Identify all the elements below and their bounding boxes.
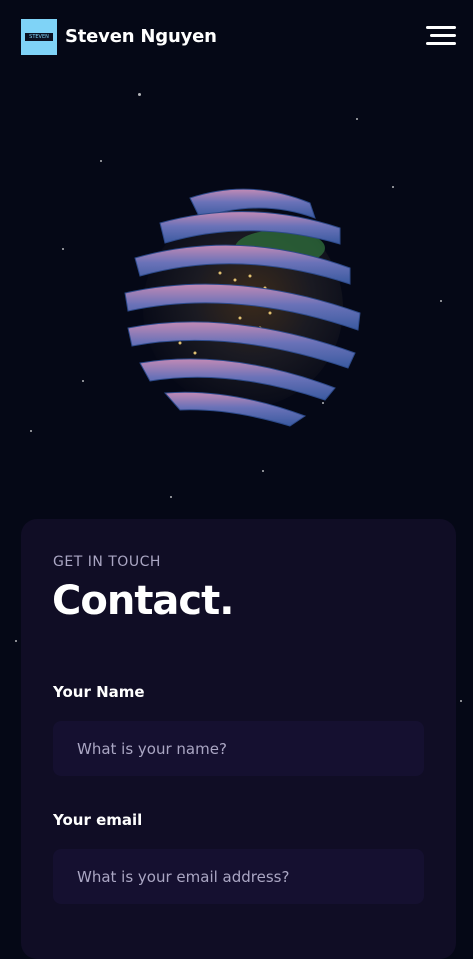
hamburger-menu-icon[interactable] — [426, 26, 456, 46]
brand-name[interactable]: Steven Nguyen — [65, 26, 217, 47]
globe-graphic — [124, 188, 361, 427]
name-label: Your Name — [53, 683, 145, 701]
contact-eyebrow: GET IN TOUCH — [53, 554, 161, 570]
email-input[interactable] — [53, 849, 424, 904]
menu-line-top — [426, 26, 456, 29]
menu-line-middle — [430, 34, 456, 37]
email-label: Your email — [53, 811, 143, 829]
logo[interactable]: STEVEN — [21, 19, 57, 55]
contact-title: Contact. — [52, 578, 234, 624]
menu-line-bottom — [426, 42, 456, 45]
logo-text: STEVEN — [25, 33, 53, 41]
earth-globe-3d[interactable] — [110, 178, 370, 438]
navbar: STEVEN Steven Nguyen — [0, 0, 473, 74]
name-input[interactable] — [53, 721, 424, 776]
